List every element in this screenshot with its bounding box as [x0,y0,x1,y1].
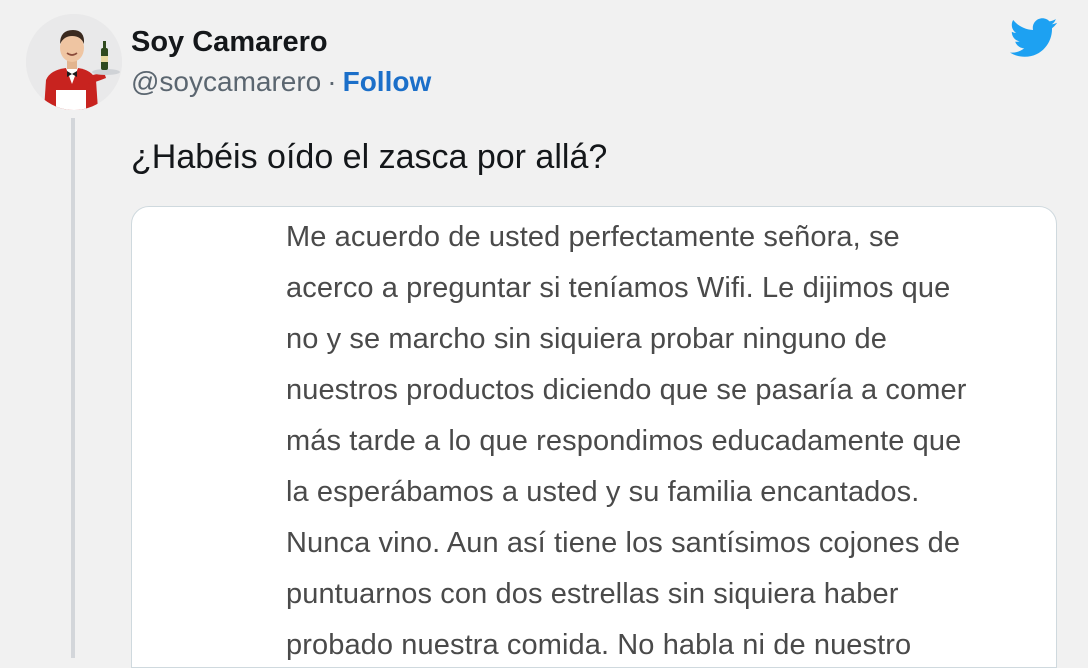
review-text-line: puntuarnos con dos estrellas sin siquier… [286,578,899,610]
review-text-line: Me acuerdo de usted perfectamente señora… [286,221,900,253]
author-name[interactable]: Soy Camarero [131,26,328,59]
review-text-line: Nunca vino. Aun así tiene los santísimos… [286,527,961,559]
author-handle-row: @soycamarero · Follow [131,66,431,98]
follow-link[interactable]: Follow [343,66,432,97]
tweet-media-image[interactable]: Me acuerdo de usted perfectamente señora… [131,206,1057,668]
separator-dot: · [327,66,337,97]
review-text-line: la esperábamos a usted y su familia enca… [286,476,920,508]
review-text-line: no y se marcho sin siquiera probar ningu… [286,323,887,355]
review-text-line: probado nuestra comida. No habla ni de n… [286,629,912,661]
twitter-bird-icon[interactable] [1010,18,1058,58]
avatar[interactable] [26,14,122,110]
review-text-line: más tarde a lo que respondimos educadame… [286,425,962,457]
review-text-line: acerco a preguntar si teníamos Wifi. Le … [286,272,951,304]
tweet-text: ¿Habéis oído el zasca por allá? [131,138,608,176]
author-handle[interactable]: @soycamarero [131,66,321,97]
review-text-line: nuestros productos diciendo que se pasar… [286,374,967,406]
waiter-illustration [26,14,122,110]
thread-line [71,118,75,658]
